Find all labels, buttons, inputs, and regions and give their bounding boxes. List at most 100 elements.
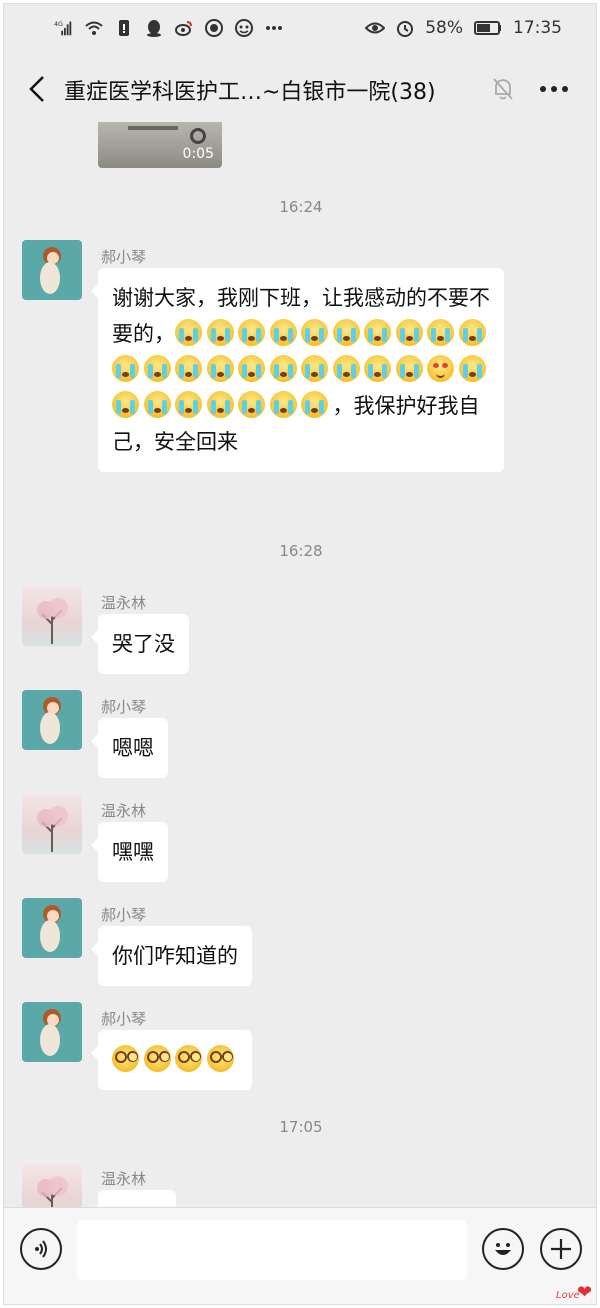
voice-icon bbox=[35, 1240, 47, 1258]
crying-emoji-icon bbox=[206, 355, 234, 382]
crying-emoji-icon bbox=[206, 391, 234, 418]
emoji-run bbox=[112, 1045, 238, 1072]
message-text: 嘿嘿 bbox=[112, 840, 154, 864]
avatar[interactable] bbox=[22, 1164, 82, 1207]
crying-emoji-icon bbox=[269, 391, 297, 418]
sender-name: 郝小琴 bbox=[101, 906, 147, 924]
message-bubble[interactable] bbox=[91, 1190, 176, 1207]
message-text: 你们咋知道的 bbox=[112, 944, 238, 968]
mute-indicator bbox=[488, 74, 518, 104]
sender-name: 温永林 bbox=[101, 594, 147, 612]
avatar[interactable] bbox=[22, 240, 82, 300]
heart-icon: ❤ bbox=[577, 1282, 593, 1303]
crying-emoji-icon bbox=[395, 355, 423, 382]
crying-emoji-icon bbox=[364, 355, 391, 382]
chevron-left-icon bbox=[29, 76, 44, 102]
video-frame-detail bbox=[128, 126, 178, 130]
girl-avatar-icon bbox=[40, 1009, 61, 1056]
qq-icon bbox=[144, 18, 164, 38]
chat-title: 重症医学科医护工…~白银市一院(38) bbox=[64, 80, 436, 105]
heart-eyes-emoji-icon bbox=[427, 355, 454, 382]
chat-header: 重症医学科医护工…~白银市一院(38) bbox=[4, 56, 596, 122]
plus-icon bbox=[551, 1239, 571, 1259]
sender-name: 温永林 bbox=[101, 1170, 147, 1188]
chat-message-list[interactable]: 0:05 16:24 郝小琴 谢谢大家，我刚下班，让我感动的不要不要的，，我保护… bbox=[4, 122, 596, 1207]
crying-emoji-icon bbox=[238, 319, 265, 346]
crying-emoji-icon bbox=[364, 319, 391, 346]
bell-off-icon bbox=[493, 78, 513, 100]
crying-emoji-icon bbox=[143, 355, 171, 382]
status-bar: 4G 58% 17:35 bbox=[4, 4, 596, 56]
tree-avatar-icon bbox=[37, 598, 68, 644]
battery-icon bbox=[473, 18, 503, 38]
video-frame-detail bbox=[190, 128, 206, 144]
crying-emoji-icon bbox=[175, 355, 202, 382]
girl-avatar-icon bbox=[40, 697, 61, 744]
app-icon bbox=[204, 18, 224, 38]
tree-avatar-icon bbox=[37, 806, 68, 852]
message-bubble[interactable]: 谢谢大家，我刚下班，让我感动的不要不要的，，我保护好我自己，安全回来 bbox=[91, 268, 504, 472]
crying-emoji-icon bbox=[458, 355, 486, 382]
message-bubble[interactable]: 嘿嘿 bbox=[91, 822, 168, 882]
crying-emoji-icon bbox=[238, 355, 265, 382]
status-right-icons: 58% 17:35 bbox=[365, 18, 562, 38]
sim-alert-icon bbox=[114, 18, 134, 38]
alarm-icon bbox=[395, 18, 415, 38]
girl-avatar-icon bbox=[40, 247, 61, 294]
crying-emoji-icon bbox=[238, 391, 265, 418]
crying-emoji-icon bbox=[206, 319, 234, 346]
crying-emoji-icon bbox=[175, 391, 202, 418]
message-bubble[interactable]: 哭了没 bbox=[91, 614, 189, 674]
voice-button[interactable] bbox=[20, 1228, 62, 1270]
sender-name: 郝小琴 bbox=[101, 248, 147, 266]
more-horizontal-icon bbox=[540, 86, 568, 92]
back-button[interactable] bbox=[22, 72, 52, 106]
sender-name: 郝小琴 bbox=[101, 1010, 147, 1028]
avatar[interactable] bbox=[22, 794, 82, 854]
message-bubble[interactable]: 嗯嗯 bbox=[91, 718, 168, 778]
avatar[interactable] bbox=[22, 690, 82, 750]
message-bubble[interactable]: 你们咋知道的 bbox=[91, 926, 252, 986]
tree-avatar-icon bbox=[37, 1176, 68, 1207]
crying-emoji-icon bbox=[269, 355, 297, 382]
crying-emoji-icon bbox=[175, 319, 202, 346]
crying-emoji-icon bbox=[269, 319, 297, 346]
emoji-button[interactable] bbox=[482, 1228, 524, 1270]
sender-name: 温永林 bbox=[101, 802, 147, 820]
sender-name: 郝小琴 bbox=[101, 698, 147, 716]
signal-icon: 4G bbox=[54, 18, 74, 38]
network-type: 4G bbox=[54, 21, 63, 28]
plus-button[interactable] bbox=[540, 1228, 582, 1270]
dizzy-emoji-icon bbox=[175, 1045, 202, 1072]
battery-percent: 58% bbox=[425, 18, 463, 38]
message-bubble[interactable] bbox=[91, 1030, 252, 1090]
status-left-icons: 4G bbox=[54, 18, 284, 38]
crying-emoji-icon bbox=[112, 391, 139, 418]
more-notifications-icon bbox=[264, 18, 284, 38]
dizzy-emoji-icon bbox=[143, 1045, 171, 1072]
crying-emoji-icon bbox=[427, 319, 454, 346]
video-duration: 0:05 bbox=[182, 146, 214, 162]
avatar[interactable] bbox=[22, 586, 82, 646]
crying-emoji-icon bbox=[301, 355, 328, 382]
message-text: 嗯嗯 bbox=[112, 736, 154, 760]
phone-screen: 4G 58% 17:35 重症医学科医护工…~白银市一院(38) 0:05 16… bbox=[3, 3, 597, 1305]
message-input[interactable] bbox=[77, 1220, 467, 1280]
dizzy-emoji-icon bbox=[206, 1045, 234, 1072]
crying-emoji-icon bbox=[395, 319, 423, 346]
app-icon bbox=[234, 18, 254, 38]
more-button[interactable] bbox=[534, 74, 574, 104]
crying-emoji-icon bbox=[143, 391, 171, 418]
avatar[interactable] bbox=[22, 1002, 82, 1062]
timestamp: 17:05 bbox=[279, 1118, 323, 1136]
avatar[interactable] bbox=[22, 898, 82, 958]
crying-emoji-icon bbox=[332, 355, 360, 382]
weibo-icon bbox=[174, 18, 194, 38]
input-bar bbox=[4, 1207, 596, 1304]
crying-emoji-icon bbox=[301, 319, 328, 346]
video-message-thumbnail[interactable]: 0:05 bbox=[98, 122, 222, 168]
crying-emoji-icon bbox=[332, 319, 360, 346]
message-text: 哭了没 bbox=[112, 632, 175, 656]
crying-emoji-icon bbox=[112, 355, 139, 382]
timestamp: 16:24 bbox=[279, 198, 323, 216]
